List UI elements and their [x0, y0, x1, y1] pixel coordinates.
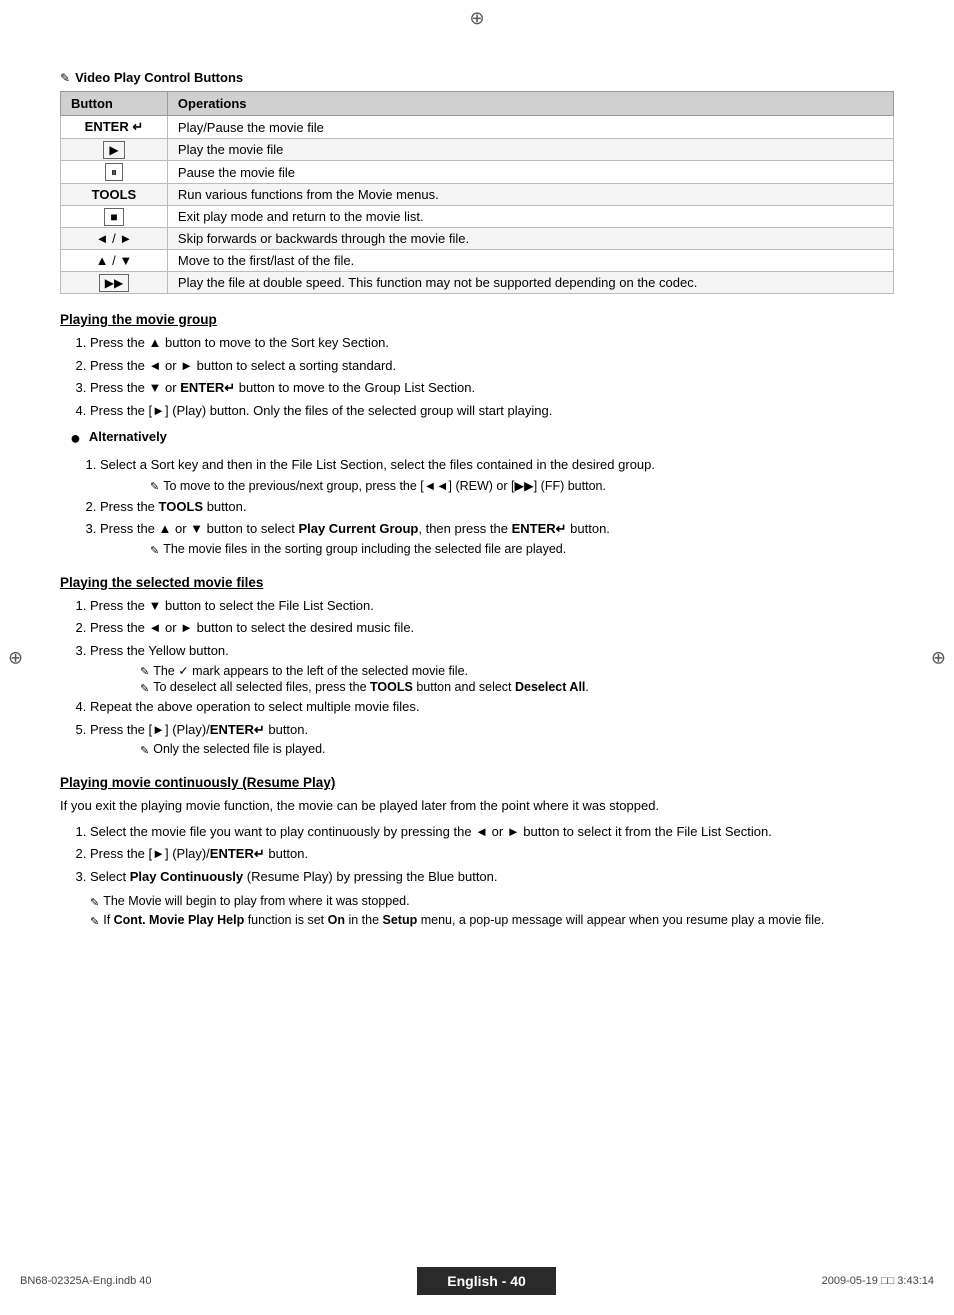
table-row: ■Exit play mode and return to the movie …	[61, 206, 894, 228]
note-icon: ✎	[140, 682, 149, 695]
section-title: Video Play Control Buttons	[75, 70, 243, 85]
list-item: Repeat the above operation to select mul…	[90, 697, 894, 717]
table-cell-button: ▶	[61, 139, 168, 161]
note-pencil-icon: ✎	[60, 71, 70, 85]
list-item: Select a Sort key and then in the File L…	[100, 455, 894, 475]
section-note-header: ✎ Video Play Control Buttons	[60, 70, 894, 85]
note-icon-2: ✎	[90, 915, 99, 928]
section-playing-movie-group: Playing the movie group	[60, 312, 894, 327]
table-cell-button: ◄ / ►	[61, 228, 168, 250]
table-cell-button: ■	[61, 206, 168, 228]
playing-selected-files-steps: Press the ▼ button to select the File Li…	[90, 596, 894, 758]
list-item: Press the ◄ or ► button to select the de…	[90, 618, 894, 638]
footer-left: BN68-02325A-Eng.indb 40	[20, 1275, 151, 1287]
bullet-icon: ●	[70, 428, 81, 449]
table-row: ▲ / ▼Move to the first/last of the file.	[61, 250, 894, 272]
table-cell-button: ▶▶	[61, 272, 168, 294]
list-item: Press the ▼ or ENTER↵ button to move to …	[90, 378, 894, 398]
psf-note-2: ✎To deselect all selected files, press t…	[140, 680, 894, 695]
table-cell-operation: Play the file at double speed. This func…	[167, 272, 893, 294]
playing-continuously-note1: ✎ The Movie will begin to play from wher…	[90, 894, 894, 909]
alt-note-2: ✎ The movie files in the sorting group in…	[150, 542, 894, 557]
edge-mark-right-icon: ⊕	[931, 647, 946, 668]
footer-right: 2009-05-19 □□ 3:43:14	[822, 1275, 934, 1287]
playing-continuously-steps: Select the movie file you want to play c…	[90, 822, 894, 887]
playing-continuously-note2-text: If Cont. Movie Play Help function is set…	[103, 913, 824, 927]
video-play-control-table: Button Operations ENTER ↵Play/Pause the …	[60, 91, 894, 294]
table-cell-button: ▲ / ▼	[61, 250, 168, 272]
playing-continuously-note2: ✎ If Cont. Movie Play Help function is s…	[90, 913, 894, 928]
alt-note-1-text: To move to the previous/next group, pres…	[163, 478, 606, 493]
list-item: Press the ▲ button to move to the Sort k…	[90, 333, 894, 353]
table-row: ▶▶Play the file at double speed. This fu…	[61, 272, 894, 294]
alternatively-section: ● Alternatively Select a Sort key and th…	[70, 428, 894, 557]
note-icon: ✎	[140, 665, 149, 678]
playing-continuously-intro: If you exit the playing movie function, …	[60, 796, 894, 816]
table-cell-operation: Pause the movie file	[167, 161, 893, 184]
table-header-operations: Operations	[167, 92, 893, 116]
footer-center: English - 40	[417, 1267, 556, 1295]
psf-note-3: ✎Only the selected file is played.	[140, 742, 894, 757]
section-playing-selected-files: Playing the selected movie files	[60, 575, 894, 590]
note-icon: ✎	[150, 544, 159, 557]
note-icon: ✎	[140, 744, 149, 757]
table-cell-operation: Play/Pause the movie file	[167, 116, 893, 139]
alternatively-steps: Select a Sort key and then in the File L…	[100, 455, 894, 557]
table-header-button: Button	[61, 92, 168, 116]
list-item: Press the [►] (Play) button. Only the fi…	[90, 401, 894, 421]
table-cell-operation: Skip forwards or backwards through the m…	[167, 228, 893, 250]
table-cell-button: ENTER ↵	[61, 116, 168, 139]
alt-note-1: ✎ To move to the previous/next group, pre…	[150, 478, 894, 493]
table-cell-button: ⏸	[61, 161, 168, 184]
list-item: Press the Yellow button.	[90, 641, 894, 661]
note-icon-1: ✎	[90, 896, 99, 909]
list-item: Press the ◄ or ► button to select a sort…	[90, 356, 894, 376]
page: ⊕ ⊕ ⊕ ✎ Video Play Control Buttons Butto…	[0, 0, 954, 1315]
list-item: Press the TOOLS button.	[100, 497, 894, 517]
crosshair-top-icon: ⊕	[469, 8, 484, 29]
table-cell-operation: Run various functions from the Movie men…	[167, 184, 893, 206]
footer: BN68-02325A-Eng.indb 40 English - 40 200…	[0, 1267, 954, 1295]
table-row: ▶Play the movie file	[61, 139, 894, 161]
table-row: ⏸Pause the movie file	[61, 161, 894, 184]
list-item: Select the movie file you want to play c…	[90, 822, 894, 842]
edge-mark-left-icon: ⊕	[8, 647, 23, 668]
alternatively-label: Alternatively	[89, 429, 167, 444]
playing-continuously-note1-text: The Movie will begin to play from where …	[103, 894, 409, 908]
list-item: Select Play Continuously (Resume Play) b…	[90, 867, 894, 887]
table-row: ENTER ↵Play/Pause the movie file	[61, 116, 894, 139]
table-row: TOOLSRun various functions from the Movi…	[61, 184, 894, 206]
section-playing-continuously: Playing movie continuously (Resume Play)	[60, 775, 894, 790]
table-cell-operation: Play the movie file	[167, 139, 893, 161]
note-icon: ✎	[150, 480, 159, 493]
table-cell-operation: Move to the first/last of the file.	[167, 250, 893, 272]
alt-note-2-text: The movie files in the sorting group inc…	[163, 542, 566, 556]
list-item: Press the [►] (Play)/ENTER↵ button.	[90, 720, 894, 740]
table-cell-operation: Exit play mode and return to the movie l…	[167, 206, 893, 228]
playing-movie-group-steps: Press the ▲ button to move to the Sort k…	[90, 333, 894, 420]
table-cell-button: TOOLS	[61, 184, 168, 206]
list-item: Press the [►] (Play)/ENTER↵ button.	[90, 844, 894, 864]
list-item: Press the ▲ or ▼ button to select Play C…	[100, 519, 894, 539]
table-row: ◄ / ►Skip forwards or backwards through …	[61, 228, 894, 250]
list-item: Press the ▼ button to select the File Li…	[90, 596, 894, 616]
psf-note-1: ✎The ✓ mark appears to the left of the s…	[140, 663, 894, 678]
